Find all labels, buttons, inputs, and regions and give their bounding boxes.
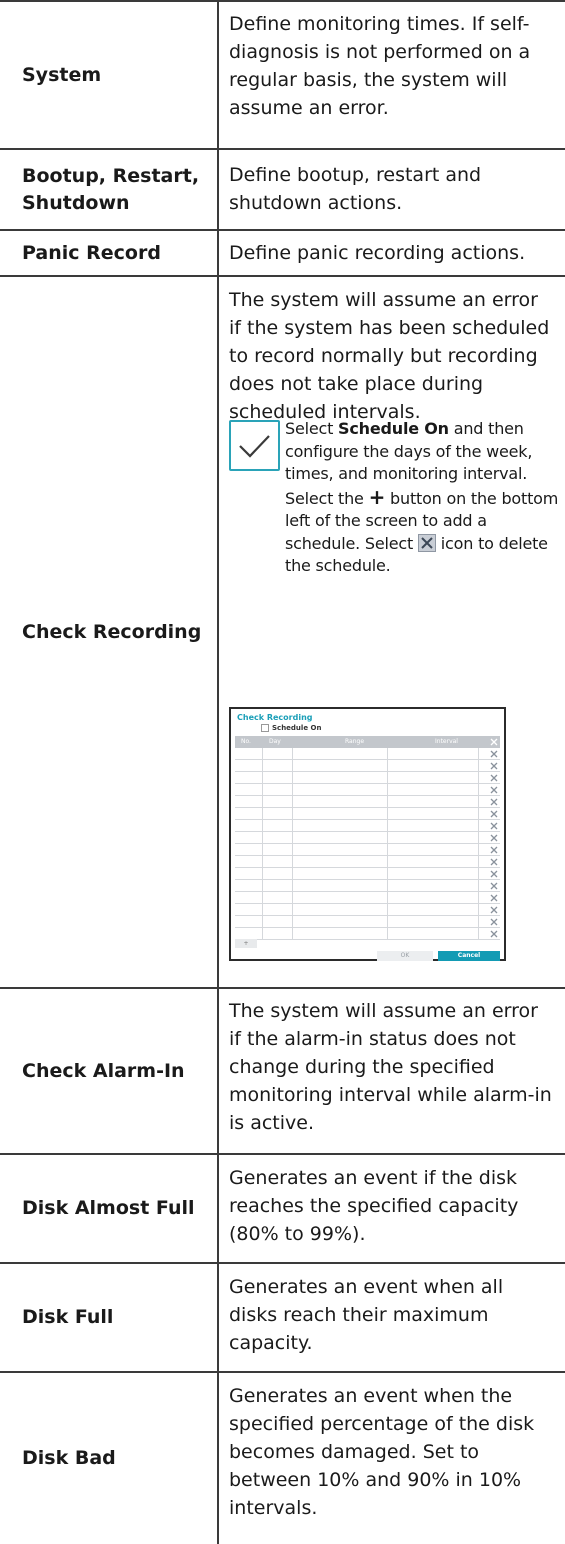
row-delete-icon[interactable] <box>489 809 499 819</box>
row-label: Check Alarm-In <box>22 1059 185 1082</box>
col-header: Range <box>345 738 365 745</box>
column-divider <box>217 0 219 1544</box>
row-description: Generates an event if the disk reaches t… <box>229 1167 519 1245</box>
schedule-row[interactable] <box>235 760 500 772</box>
row-label: Bootup, Restart, Shutdown <box>22 164 200 214</box>
col-header: Interval <box>435 738 458 745</box>
grid-rows <box>235 748 500 940</box>
row-description: Define panic recording actions. <box>229 242 526 264</box>
check-recording-dialog-screenshot: Check Recording Schedule On No. Day Rang… <box>229 707 506 961</box>
col-header: No. <box>241 738 251 745</box>
row-label: System <box>22 63 102 86</box>
schedule-row[interactable] <box>235 892 500 904</box>
row-delete-icon[interactable] <box>489 785 499 795</box>
row-label: Disk Almost Full <box>22 1197 195 1219</box>
row-label: Disk Full <box>22 1306 114 1328</box>
ok-button[interactable]: OK <box>377 951 433 961</box>
row-label: Panic Record <box>22 241 161 264</box>
schedule-grid: No. Day Range Interval <box>235 736 500 940</box>
note-text: Select Schedule On and then configure th… <box>285 419 559 575</box>
schedule-row[interactable] <box>235 880 500 892</box>
row-delete-icon[interactable] <box>489 821 499 831</box>
row-delete-icon[interactable] <box>489 749 499 759</box>
schedule-row[interactable] <box>235 748 500 760</box>
col-header: Day <box>269 738 281 745</box>
schedule-row[interactable] <box>235 916 500 928</box>
schedule-row[interactable] <box>235 856 500 868</box>
cancel-button[interactable]: Cancel <box>438 951 500 961</box>
schedule-row[interactable] <box>235 904 500 916</box>
row-description: Define bootup, restart and shutdown acti… <box>229 164 482 214</box>
schedule-row[interactable] <box>235 796 500 808</box>
row-delete-icon[interactable] <box>489 773 499 783</box>
schedule-row[interactable] <box>235 868 500 880</box>
add-schedule-button[interactable]: + <box>235 939 257 948</box>
row-delete-icon[interactable] <box>489 869 499 879</box>
row-description: Define monitoring times. If self-diagnos… <box>229 13 531 119</box>
row-delete-icon[interactable] <box>489 833 499 843</box>
schedule-row[interactable] <box>235 772 500 784</box>
row-delete-icon[interactable] <box>489 761 499 771</box>
schedule-row[interactable] <box>235 928 500 940</box>
schedule-row[interactable] <box>235 784 500 796</box>
row-description: The system will assume an error if the a… <box>229 1000 552 1134</box>
dialog-title: Check Recording <box>237 713 313 722</box>
plus-icon: + <box>368 484 386 509</box>
delete-x-icon <box>417 533 436 552</box>
schedule-row[interactable] <box>235 820 500 832</box>
row-description: Generates an event when the specified pe… <box>229 1385 535 1519</box>
schedule-on-checkbox[interactable]: Schedule On <box>261 724 321 732</box>
row-delete-icon[interactable] <box>489 929 499 939</box>
schedule-row[interactable] <box>235 844 500 856</box>
row-delete-icon[interactable] <box>489 905 499 915</box>
checkbox-icon <box>261 724 269 732</box>
schedule-row[interactable] <box>235 832 500 844</box>
schedule-row[interactable] <box>235 808 500 820</box>
row-description: The system will assume an error if the s… <box>229 289 550 423</box>
row-delete-icon[interactable] <box>489 845 499 855</box>
row-label: Disk Bad <box>22 1447 116 1469</box>
row-delete-icon[interactable] <box>489 797 499 807</box>
row-label: Check Recording <box>22 620 202 643</box>
row-description: Generates an event when all disks reach … <box>229 1276 504 1354</box>
row-delete-icon[interactable] <box>489 857 499 867</box>
row-delete-icon[interactable] <box>489 917 499 927</box>
grid-header: No. Day Range Interval <box>235 736 500 748</box>
note-checkmark-icon <box>229 420 280 471</box>
row-delete-icon[interactable] <box>489 893 499 903</box>
header-delete-icon[interactable] <box>490 738 498 746</box>
row-delete-icon[interactable] <box>489 881 499 891</box>
